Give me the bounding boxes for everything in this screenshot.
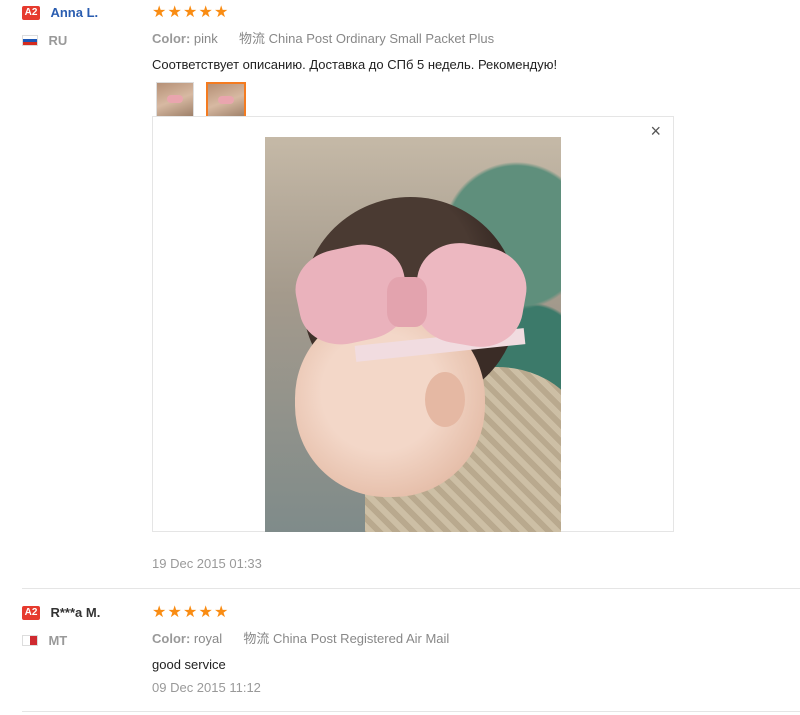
user-level-badge: A2 [22, 605, 40, 620]
malta-flag-icon [22, 635, 38, 647]
logistics-value: China Post Registered Air Mail [272, 631, 450, 646]
review-text: good service [152, 657, 226, 672]
order-info: Color: pink 物流 China Post Ordinary Small… [152, 28, 800, 47]
star-icon: ★ [198, 604, 213, 621]
image-viewer: × [152, 116, 674, 532]
color-value: pink [193, 31, 218, 46]
star-icon: ★ [152, 4, 167, 21]
order-info: Color: royal 物流 China Post Registered Ai… [152, 628, 800, 647]
star-icon: ★ [214, 4, 229, 21]
reviewer-name[interactable]: Anna L. [50, 5, 98, 20]
star-icon: ★ [183, 604, 198, 621]
logistics-value: China Post Ordinary Small Packet Plus [268, 31, 495, 46]
logistics-label: 物流 [239, 31, 266, 46]
star-icon: ★ [167, 4, 182, 21]
rating-stars: ★★★★★ [152, 4, 800, 21]
review-divider [22, 711, 800, 712]
logistics-label: 物流 [243, 631, 270, 646]
close-icon[interactable]: × [650, 121, 661, 142]
review-date: 19 Dec 2015 01:33 [152, 556, 262, 571]
user-level-badge: A2 [22, 5, 40, 20]
review-photo[interactable] [265, 137, 561, 532]
star-icon: ★ [198, 4, 213, 21]
review-item: A2 Anna L. RU ★★★★★ Color: pink 物流 China… [22, 4, 800, 584]
rating-stars: ★★★★★ [152, 604, 800, 621]
review-divider [22, 588, 800, 589]
country-code: RU [48, 33, 68, 49]
star-icon: ★ [152, 604, 167, 621]
country-code: MT [48, 633, 68, 649]
reviewer-info: A2 R***a M. MT [22, 604, 147, 649]
color-label: Color: [152, 631, 191, 646]
color-value: royal [193, 631, 223, 646]
star-icon: ★ [167, 604, 182, 621]
reviewer-name: R***a M. [50, 605, 101, 621]
color-label: Color: [152, 31, 191, 46]
reviewer-country: MT [22, 632, 147, 649]
review-item: A2 R***a M. MT ★★★★★ Color: royal 物流 Chi… [22, 604, 800, 704]
review-content: ★★★★★ Color: royal 物流 China Post Registe… [152, 604, 800, 696]
star-icon: ★ [183, 4, 198, 21]
russia-flag-icon [22, 35, 38, 47]
reviewer-info: A2 Anna L. RU [22, 4, 147, 49]
star-icon: ★ [214, 604, 229, 621]
reviewer-country: RU [22, 32, 147, 49]
review-content: ★★★★★ Color: pink 物流 China Post Ordinary… [152, 4, 800, 571]
review-text: Соответствует описанию. Доставка до СПб … [152, 57, 558, 72]
review-date: 09 Dec 2015 11:12 [152, 680, 261, 695]
